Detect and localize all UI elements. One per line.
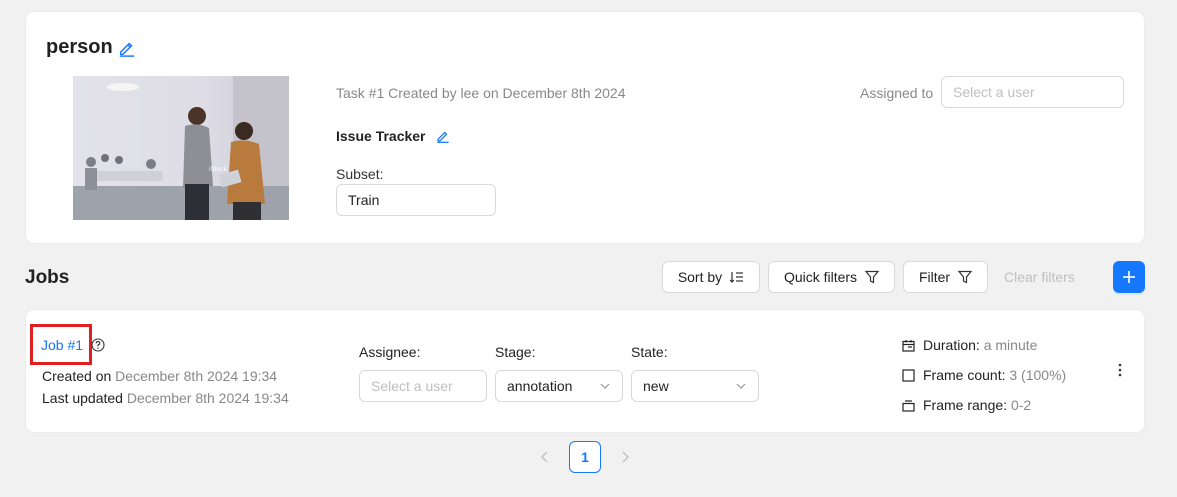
frame-count-value: 3 (100%) (1009, 367, 1067, 383)
filter-button[interactable]: Filter (903, 261, 988, 293)
duration-stat: Duration: a minute (902, 337, 1037, 353)
task-title: person (46, 36, 136, 59)
duration-label: Duration: (923, 337, 980, 353)
add-job-button[interactable] (1113, 261, 1145, 293)
job-card: Job #1 Created on December 8th 2024 19:3… (26, 310, 1144, 432)
page-number-current[interactable]: 1 (569, 441, 601, 473)
assignee-placeholder: Select a user (371, 378, 453, 394)
frame-range-label: Frame range: (923, 397, 1008, 413)
frame-count-label: Frame count: (923, 367, 1006, 383)
created-label: Created on (42, 368, 112, 384)
quick-filters-button[interactable]: Quick filters (768, 261, 895, 293)
duration-value: a minute (983, 337, 1038, 353)
state-select[interactable]: new (631, 370, 759, 402)
job-assignee-select[interactable]: Select a user (359, 370, 487, 402)
stage-label: Stage: (495, 344, 536, 360)
frame-count-stat: Frame count: 3 (100%) (902, 367, 1066, 383)
chevron-left-icon[interactable] (537, 449, 553, 465)
edit-issue-tracker-icon[interactable] (436, 129, 450, 143)
chevron-right-icon[interactable] (617, 449, 633, 465)
frame-range-icon (902, 399, 915, 412)
more-actions-icon[interactable] (1118, 362, 1122, 378)
filter-label: Filter (918, 269, 951, 285)
assigned-to-label: Assigned to (860, 85, 934, 101)
subset-input[interactable] (336, 184, 496, 216)
svg-text:iStock: iStock (209, 166, 228, 173)
chevron-down-icon (736, 383, 746, 389)
job-link[interactable]: Job #1 (41, 337, 83, 353)
jobs-title: Jobs (25, 267, 70, 288)
task-details-card: person iStock Task #1 Created by lee on … (26, 12, 1144, 243)
created-value: December 8th 2024 19:34 (115, 368, 278, 384)
state-value: new (643, 378, 669, 394)
frame-range-stat: Frame range: 0-2 (902, 397, 1031, 413)
issue-tracker-label: Issue Tracker (336, 128, 426, 144)
frame-range-value: 0-2 (1010, 397, 1032, 413)
sort-by-button[interactable]: Sort by (662, 261, 760, 293)
plus-icon (1123, 271, 1135, 283)
issue-tracker: Issue Tracker (336, 128, 450, 144)
calendar-icon (902, 339, 915, 352)
frame-icon (902, 368, 915, 382)
state-label: State: (631, 344, 668, 360)
quick-filters-label: Quick filters (783, 269, 858, 285)
pagination: 1 (0, 441, 1177, 473)
updated-label: Last updated (42, 390, 123, 406)
chevron-down-icon (600, 383, 610, 389)
subset-label: Subset: (336, 166, 384, 182)
stage-value: annotation (507, 378, 573, 394)
task-name: person (46, 36, 113, 58)
help-icon[interactable] (91, 338, 105, 352)
last-updated: Last updated December 8th 2024 19:34 (42, 390, 289, 406)
task-meta-line: Task #1 Created by lee on December 8th 2… (336, 85, 626, 101)
updated-value: December 8th 2024 19:34 (126, 390, 289, 406)
assignee-label: Assignee: (359, 344, 421, 360)
clear-filters-button[interactable]: Clear filters (1004, 269, 1075, 285)
filter-icon (865, 270, 880, 284)
stage-select[interactable]: annotation (495, 370, 623, 402)
task-assignee-input[interactable] (941, 76, 1124, 108)
filter-icon (958, 270, 973, 284)
created-on: Created on December 8th 2024 19:34 (42, 368, 277, 384)
task-preview-image: iStock (73, 76, 289, 220)
sort-by-label: Sort by (677, 269, 723, 285)
sort-icon (730, 272, 744, 283)
edit-title-icon[interactable] (118, 39, 136, 57)
